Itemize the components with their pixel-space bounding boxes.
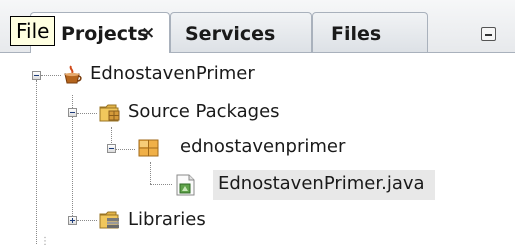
collapse-toggle[interactable] [107,144,116,153]
tree-connector [115,149,135,150]
tab-strip: Projects × Services Files [0,0,515,53]
tooltip: File [10,16,56,46]
tree-node-project[interactable]: EdnostavenPrimer [90,63,255,84]
package-icon [137,137,161,163]
tree-connector [150,162,151,184]
library-folder-icon [98,208,122,234]
tree-node-source-packages[interactable]: Source Packages [128,101,280,122]
tab-files-label: Files [331,23,382,45]
tree-node-package[interactable]: ednostavenprimer [180,136,345,157]
java-file-icon [174,173,198,201]
package-folder-icon [98,101,122,127]
tree-connector [150,184,172,185]
collapse-toggle[interactable] [68,108,77,117]
coffee-cup-icon [62,64,84,90]
minimize-icon[interactable] [481,27,496,41]
tab-files[interactable]: Files [312,12,428,52]
tree-connector [77,113,97,114]
tab-projects-label: Projects [61,23,149,45]
collapse-toggle[interactable] [32,71,41,80]
tree-connector: ⋮ [40,236,50,247]
tree-connector [36,80,37,244]
tab-services-label: Services [185,23,276,45]
expand-toggle[interactable] [68,216,77,225]
projects-window: Projects × Services Files File Ednostave… [0,0,515,247]
tree-connector [41,75,61,76]
close-icon[interactable]: × [141,23,155,43]
tree-node-file[interactable]: EdnostavenPrimer.java [218,173,425,194]
tree-connector [77,220,97,221]
tree-node-libraries[interactable]: Libraries [128,209,206,230]
tab-services[interactable]: Services [170,12,312,52]
